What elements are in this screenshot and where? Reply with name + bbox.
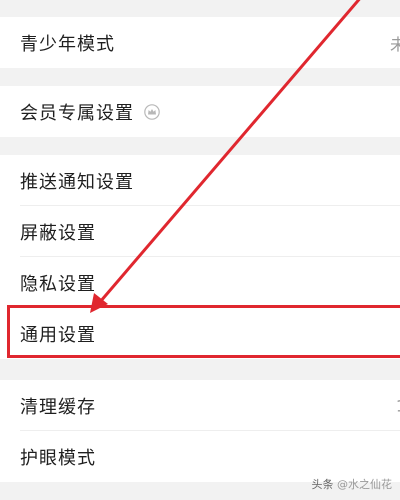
cache-size-value: 1 xyxy=(396,396,400,415)
setting-label: 护眼模式 xyxy=(20,447,96,469)
setting-row-privacy-settings[interactable]: 隐私设置 xyxy=(0,257,400,308)
watermark: 头条 @水之仙花 xyxy=(312,476,393,492)
settings-screen: 青少年模式 未 会员专属设置 推送通知设置 屏蔽设置 隐私设置 通用设置 清理缓… xyxy=(0,0,400,500)
setting-value: 未 xyxy=(389,34,400,54)
setting-label: 屏蔽设置 xyxy=(20,222,96,244)
settings-group-youth: 青少年模式 未 xyxy=(0,17,400,68)
setting-label: 隐私设置 xyxy=(20,273,96,295)
setting-row-block-settings[interactable]: 屏蔽设置 xyxy=(0,206,400,257)
setting-label: 通用设置 xyxy=(20,324,96,346)
settings-group-member: 会员专属设置 xyxy=(0,86,400,137)
setting-label: 清理缓存 xyxy=(20,396,96,418)
setting-label: 推送通知设置 xyxy=(20,171,134,193)
crown-icon xyxy=(144,103,160,120)
setting-row-youth-mode[interactable]: 青少年模式 未 xyxy=(0,17,400,68)
settings-group-storage: 清理缓存 1 护眼模式 xyxy=(0,380,400,482)
watermark-prefix: 头条 xyxy=(311,478,334,491)
settings-group-general: 推送通知设置 屏蔽设置 隐私设置 通用设置 xyxy=(0,155,400,359)
setting-row-member-settings[interactable]: 会员专属设置 xyxy=(0,86,400,137)
setting-row-clear-cache[interactable]: 清理缓存 1 xyxy=(0,380,400,431)
setting-row-eye-protection[interactable]: 护眼模式 xyxy=(0,431,400,482)
watermark-author: @水之仙花 xyxy=(337,478,392,491)
setting-label: 青少年模式 xyxy=(20,33,115,55)
setting-row-push-notifications[interactable]: 推送通知设置 xyxy=(0,155,400,206)
setting-label: 会员专属设置 xyxy=(20,102,134,124)
setting-row-general-settings[interactable]: 通用设置 xyxy=(0,308,400,359)
